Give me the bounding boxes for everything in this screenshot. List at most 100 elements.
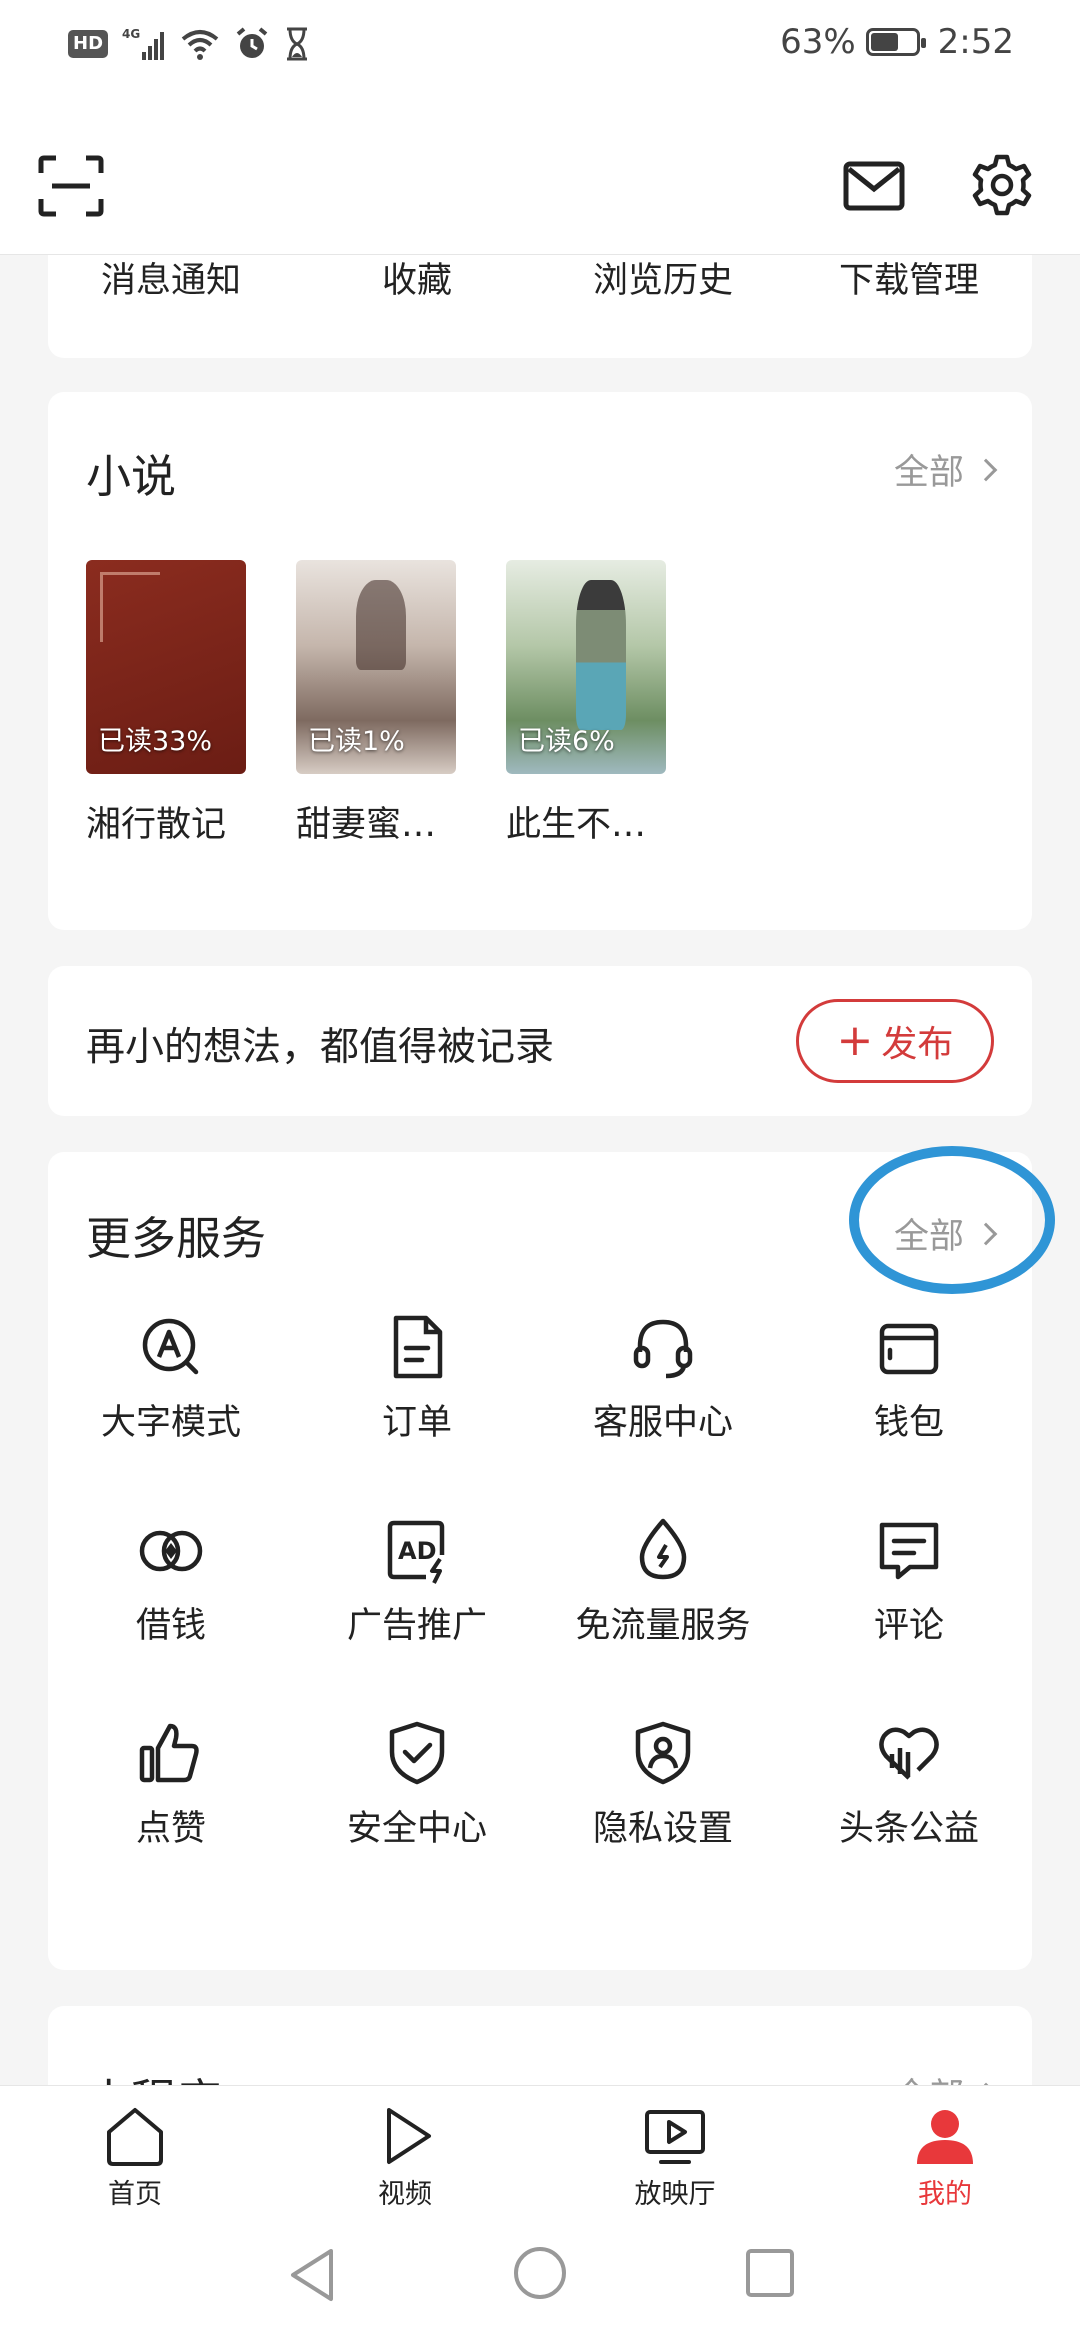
book-cover[interactable]: 已读1%	[296, 560, 456, 774]
svg-text:AD: AD	[398, 1537, 437, 1565]
cover-art	[356, 580, 406, 670]
service-label: 点赞	[135, 1809, 206, 1849]
charity-icon	[879, 1727, 939, 1780]
nav-video[interactable]: 视频	[270, 2086, 540, 2215]
book-item[interactable]: 已读6% 此生不…	[506, 560, 666, 847]
service-label: 借钱	[135, 1606, 206, 1646]
service-label: 广告推广	[346, 1606, 487, 1646]
service-label: 订单	[381, 1403, 452, 1443]
nav-label: 我的	[918, 2179, 972, 2210]
service-label: 头条公益	[838, 1809, 979, 1849]
nav-label: 视频	[378, 2179, 432, 2210]
cover-art	[576, 580, 626, 730]
service-label: 隐私设置	[592, 1809, 733, 1849]
book-item[interactable]: 已读33% 湘行散记	[86, 560, 246, 847]
novel-section-title: 小说	[86, 450, 177, 503]
thumbs-up-icon	[139, 1723, 199, 1783]
service-ads[interactable]: AD 广告推广	[294, 1515, 540, 1648]
read-progress-badge: 已读33%	[98, 726, 213, 757]
scan-icon[interactable]	[38, 155, 104, 217]
network-type: 4G	[122, 27, 140, 41]
services-grid: 大字模式 订单 客服中心 钱包 借钱 AD 广告推广 免流量服务 评论 点赞 安…	[48, 1312, 1032, 1851]
back-icon[interactable]	[285, 2245, 341, 2305]
bottom-nav: 首页 视频 放映厅 我的	[0, 2085, 1080, 2215]
service-wallet[interactable]: 钱包	[786, 1312, 1032, 1445]
battery-percent: 63%	[780, 22, 856, 62]
quick-link-history[interactable]: 浏览历史	[540, 252, 786, 303]
book-list: 已读33% 湘行散记 已读1% 甜妻蜜… 已读6% 此生不…	[86, 560, 666, 847]
quick-link-notifications[interactable]: 消息通知	[48, 252, 294, 303]
clock: 2:52	[937, 22, 1014, 62]
gear-icon[interactable]	[970, 153, 1034, 217]
service-large-font[interactable]: 大字模式	[48, 1312, 294, 1445]
order-icon	[393, 1315, 443, 1379]
service-label: 安全中心	[346, 1809, 487, 1849]
service-label: 钱包	[873, 1403, 944, 1443]
service-loan[interactable]: 借钱	[48, 1515, 294, 1648]
quick-link-downloads[interactable]: 下载管理	[786, 252, 1032, 303]
book-cover[interactable]: 已读6%	[506, 560, 666, 774]
read-progress-badge: 已读6%	[518, 726, 615, 757]
novel-card: 小说 全部 已读33% 湘行散记 已读1% 甜妻蜜… 已读6% 此生不…	[48, 392, 1032, 930]
read-progress-badge: 已读1%	[308, 726, 405, 757]
system-nav-bar	[0, 2215, 1080, 2340]
home-icon	[107, 2108, 163, 2166]
cover-art	[100, 572, 160, 642]
service-privacy-settings[interactable]: 隐私设置	[540, 1718, 786, 1851]
wallet-icon	[879, 1323, 939, 1375]
service-label: 客服中心	[592, 1403, 733, 1443]
data-free-icon	[639, 1518, 687, 1580]
play-icon	[387, 2108, 431, 2164]
publish-button[interactable]: + 发布	[796, 999, 994, 1083]
novel-see-all-label: 全部	[893, 453, 964, 493]
privacy-icon	[635, 1721, 691, 1785]
quick-links-row: 消息通知 收藏 浏览历史 下载管理	[48, 252, 1032, 303]
post-prompt-card: 再小的想法，都值得被记录 + 发布	[48, 966, 1032, 1116]
highlight-circle-annotation	[849, 1146, 1055, 1294]
home-circle-icon[interactable]	[512, 2245, 568, 2301]
mail-icon[interactable]	[843, 161, 905, 211]
services-section-title: 更多服务	[86, 1212, 267, 1265]
nav-label: 首页	[108, 2179, 162, 2210]
service-orders[interactable]: 订单	[294, 1312, 540, 1445]
book-title[interactable]: 甜妻蜜…	[296, 796, 456, 847]
service-label: 免流量服务	[575, 1606, 751, 1646]
loan-icon	[139, 1530, 203, 1572]
service-label: 评论	[873, 1606, 944, 1646]
hd-badge: HD	[68, 30, 109, 58]
shield-check-icon	[389, 1721, 445, 1785]
service-charity[interactable]: 头条公益	[786, 1718, 1032, 1851]
signal-icon: 4G	[122, 27, 165, 60]
nav-home[interactable]: 首页	[0, 2086, 270, 2215]
post-prompt-text: 再小的想法，都值得被记录	[86, 1025, 555, 1070]
book-cover[interactable]: 已读33%	[86, 560, 246, 774]
headset-icon	[633, 1319, 693, 1379]
wifi-icon	[181, 30, 219, 60]
service-label: 大字模式	[100, 1403, 241, 1443]
top-bar	[0, 95, 1080, 255]
service-security-center[interactable]: 安全中心	[294, 1718, 540, 1851]
status-right: 63% 2:52	[780, 22, 1014, 62]
nav-profile[interactable]: 我的	[810, 2086, 1080, 2215]
book-title[interactable]: 此生不…	[506, 796, 666, 847]
book-item[interactable]: 已读1% 甜妻蜜…	[296, 560, 456, 847]
recent-apps-icon[interactable]	[744, 2247, 796, 2299]
service-data-free[interactable]: 免流量服务	[540, 1515, 786, 1648]
nav-theater[interactable]: 放映厅	[540, 2086, 810, 2215]
hourglass-icon	[287, 27, 308, 61]
service-comments[interactable]: 评论	[786, 1515, 1032, 1648]
comment-icon	[879, 1522, 939, 1580]
quick-link-favorites[interactable]: 收藏	[294, 252, 540, 303]
tv-icon	[645, 2110, 705, 2164]
chevron-right-icon	[974, 458, 998, 481]
service-customer-center[interactable]: 客服中心	[540, 1312, 786, 1445]
service-likes[interactable]: 点赞	[48, 1718, 294, 1851]
plus-icon: +	[836, 1015, 874, 1066]
book-title[interactable]: 湘行散记	[86, 796, 246, 847]
font-size-icon	[142, 1318, 199, 1375]
ad-icon: AD	[387, 1520, 445, 1584]
publish-button-label: 发布	[881, 1024, 954, 1065]
battery-fill	[870, 33, 899, 51]
battery-icon	[865, 28, 926, 56]
novel-see-all-button[interactable]: 全部	[893, 444, 998, 495]
